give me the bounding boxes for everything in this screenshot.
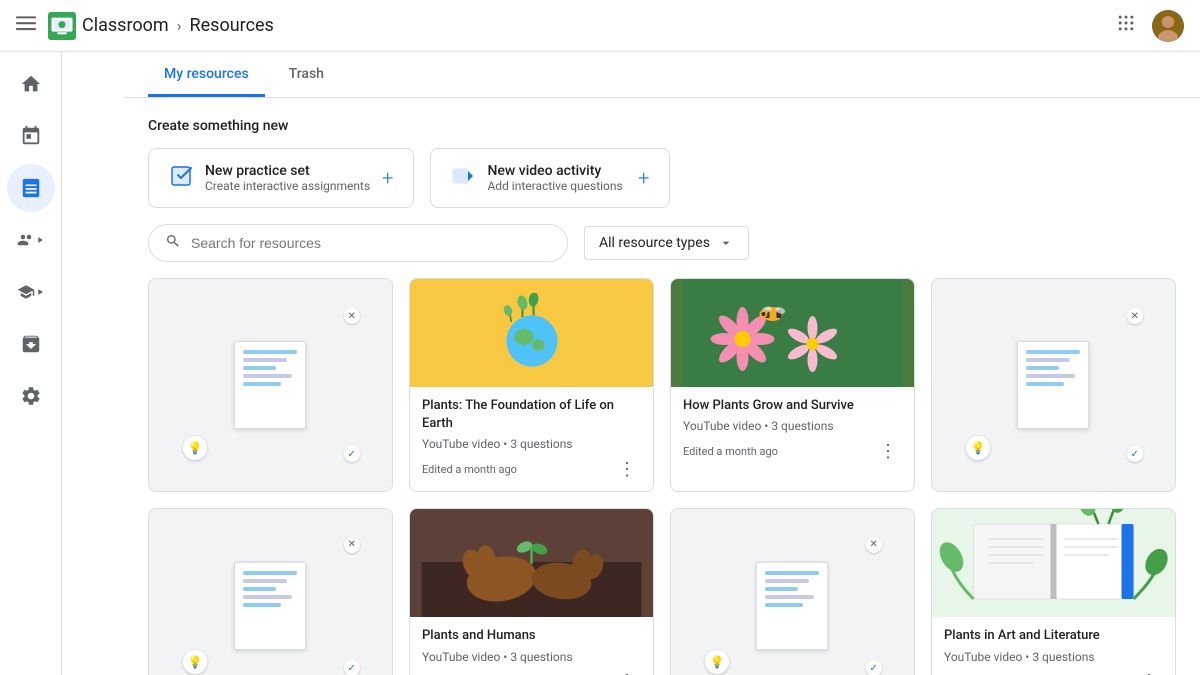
sidebar-classes-expand[interactable] [7, 268, 55, 316]
resource-card-6[interactable]: 💡 ✕ ✓ The Future of Plants Practice set … [670, 508, 915, 675]
resource-thumb-1 [410, 279, 653, 387]
check-mark-3: ✓ [1127, 446, 1143, 462]
sidebar-archive[interactable] [7, 320, 55, 368]
check-mark-6: ✓ [866, 660, 882, 675]
resource-meta-1: YouTube video • 3 questions [422, 437, 641, 451]
new-practice-set-button[interactable]: New practice set Create interactive assi… [148, 148, 414, 208]
search-icon [165, 233, 181, 253]
resource-meta-2: YouTube video • 3 questions [683, 419, 902, 433]
resource-card-2[interactable]: How Plants Grow and Survive YouTube vide… [670, 278, 915, 492]
topbar: Classroom › Resources [0, 0, 1200, 52]
resource-grid: 💡 ✕ ✓ A Deep Dive into the Secret Life o… [124, 278, 1200, 675]
resource-title-5: Plants and Humans [422, 627, 641, 645]
create-section-title: Create something new [148, 118, 1176, 134]
check-mark-0: ✓ [344, 446, 360, 462]
video-activity-title: New video activity [487, 163, 626, 179]
resource-thumb-6: 💡 ✕ ✓ [671, 509, 914, 675]
main-content: My resources Trash Create something new … [124, 52, 1200, 675]
check-mark-4: ✓ [344, 660, 360, 675]
more-menu-2[interactable]: ⋮ [874, 437, 902, 465]
x-mark-0: ✕ [344, 308, 360, 324]
resource-title-1: Plants: The Foundation of Life on Earth [422, 397, 641, 433]
resource-title-7: Plants in Art and Literature [944, 627, 1163, 645]
x-mark-3: ✕ [1127, 308, 1143, 324]
resource-card-3[interactable]: 💡 ✕ ✓ The Amazing Diversity of Plants Pr… [931, 278, 1176, 492]
topbar-right [1108, 5, 1184, 46]
resource-info-1: Plants: The Foundation of Life on Earth … [410, 387, 653, 491]
sidebar-home[interactable] [7, 60, 55, 108]
create-section: Create something new New practice set Cr… [124, 98, 1200, 224]
more-menu-5[interactable]: ⋮ [613, 668, 641, 675]
resource-info-2: How Plants Grow and Survive YouTube vide… [671, 387, 914, 473]
bulb-icon-4: 💡 [183, 650, 207, 674]
resource-meta-5: YouTube video • 3 questions [422, 650, 641, 664]
more-menu-7[interactable]: ⋮ [1135, 668, 1163, 675]
resource-card-7[interactable]: Plants in Art and Literature YouTube vid… [931, 508, 1176, 675]
menu-icon[interactable] [16, 13, 36, 38]
practice-set-subtitle: Create interactive assignments [205, 179, 370, 193]
resource-card-0[interactable]: 💡 ✕ ✓ A Deep Dive into the Secret Life o… [148, 278, 393, 492]
resource-title-2: How Plants Grow and Survive [683, 397, 902, 415]
resource-card-5[interactable]: Plants and Humans YouTube video • 3 ques… [409, 508, 654, 675]
breadcrumb-sep: › [177, 16, 182, 35]
resource-footer-5: Edited a month ago ⋮ [422, 668, 641, 675]
x-mark-4: ✕ [344, 537, 360, 553]
resource-info-7: Plants in Art and Literature YouTube vid… [932, 617, 1175, 675]
resource-thumb-5 [410, 509, 653, 617]
sidebar-people-expand[interactable] [7, 216, 55, 264]
resource-time-1: Edited a month ago [422, 463, 517, 476]
resource-thumb-4: 💡 ✕ ✓ [149, 509, 392, 675]
apps-grid-icon[interactable] [1108, 5, 1144, 46]
resource-info-0: A Deep Dive into the Secret Life of Plan… [149, 491, 392, 492]
bulb-icon-0: 💡 [183, 436, 207, 460]
practice-set-title: New practice set [205, 163, 370, 179]
avatar[interactable] [1152, 10, 1184, 42]
tabs-bar: My resources Trash [124, 52, 1200, 98]
resource-time-2: Edited a month ago [683, 445, 778, 458]
practice-set-icon [169, 164, 193, 192]
video-activity-plus-icon: + [638, 166, 649, 190]
sidebar [0, 0, 62, 675]
resource-meta-7: YouTube video • 3 questions [944, 650, 1163, 664]
bulb-icon-3: 💡 [966, 436, 990, 460]
sidebar-resources[interactable] [7, 164, 55, 212]
x-mark-6: ✕ [866, 537, 882, 553]
resource-thumb-3: 💡 ✕ ✓ [932, 279, 1175, 491]
planet-graphic [492, 293, 572, 373]
bee-graphic [671, 279, 914, 387]
create-cards: New practice set Create interactive assi… [148, 148, 1176, 208]
resource-card-1[interactable]: Plants: The Foundation of Life on Earth … [409, 278, 654, 492]
bulb-icon-6: 💡 [705, 650, 729, 674]
search-section: All resource types [124, 224, 1200, 278]
sidebar-calendar[interactable] [7, 112, 55, 160]
practice-set-text: New practice set Create interactive assi… [205, 163, 370, 193]
new-video-activity-button[interactable]: New video activity Add interactive quest… [430, 148, 670, 208]
book-graphic [932, 509, 1175, 617]
video-activity-subtitle: Add interactive questions [487, 179, 626, 193]
resource-info-3: The Amazing Diversity of Plants Practice… [932, 491, 1175, 492]
tab-my-resources[interactable]: My resources [148, 52, 265, 97]
resource-type-filter[interactable]: All resource types [584, 226, 749, 260]
sidebar-settings[interactable] [7, 372, 55, 420]
search-input[interactable] [191, 235, 551, 251]
resource-thumb-2 [671, 279, 914, 387]
filter-label: All resource types [599, 235, 710, 251]
resource-thumb-7 [932, 509, 1175, 617]
app-name: Classroom [82, 15, 169, 36]
video-activity-icon [451, 164, 475, 192]
video-activity-text: New video activity Add interactive quest… [487, 163, 626, 193]
soil-graphic [410, 509, 653, 617]
resource-footer-7: Edited a month ago ⋮ [944, 668, 1163, 675]
tab-trash[interactable]: Trash [273, 52, 340, 97]
resource-thumb-0: 💡 ✕ ✓ [149, 279, 392, 491]
search-box[interactable] [148, 224, 568, 262]
resource-footer-1: Edited a month ago ⋮ [422, 455, 641, 483]
resource-card-4[interactable]: 💡 ✕ ✓ Plants and Their Environment Pract… [148, 508, 393, 675]
page-title: Resources [190, 15, 274, 36]
more-menu-1[interactable]: ⋮ [613, 455, 641, 483]
practice-set-plus-icon: + [382, 166, 393, 190]
resource-info-5: Plants and Humans YouTube video • 3 ques… [410, 617, 653, 675]
classroom-logo [48, 12, 76, 40]
resource-footer-2: Edited a month ago ⋮ [683, 437, 902, 465]
